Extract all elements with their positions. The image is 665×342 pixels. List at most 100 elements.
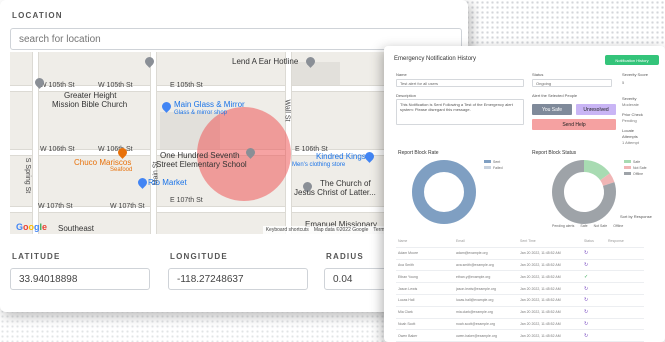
locate-label: Locate (622, 128, 635, 133)
donut-slice-0 (412, 160, 476, 224)
table-row[interactable]: Owen Baker owen.baker@example.org Jan 20 2… (396, 330, 644, 342)
table-row[interactable]: Noah Scott noah.scott@example.org Jan 20 2… (396, 319, 644, 331)
latitude-input[interactable]: 33.94018898 (10, 268, 150, 290)
place-greater-height[interactable]: Greater Height (64, 91, 116, 100)
legend-item: Failed (484, 166, 503, 170)
status-select[interactable]: Ongoing (532, 79, 612, 87)
map-view[interactable]: W 105th St W 105th St E 105th St W 106th… (10, 52, 390, 234)
row-email: noah.scott@example.org (456, 321, 495, 326)
street-label: W 107th St (38, 203, 73, 210)
street-label: W 107th St (110, 203, 145, 210)
row-name: Jason Lewis (398, 286, 418, 291)
filter-chip-offline[interactable]: Offline (613, 224, 623, 228)
table-row[interactable]: Lucas Hall lucas.hall@example.org Jan 20 2… (396, 295, 644, 307)
table-row[interactable]: Ethan Young ethan.y@example.org Jan 20 202… (396, 271, 644, 284)
row-sent-time: Jan 20 2022, 11:45:52 AM (520, 333, 561, 338)
radius-label: RADIUS (326, 252, 364, 261)
row-email: owen.baker@example.org (456, 333, 497, 338)
map-data-text: Map data ©2022 Google (313, 227, 369, 233)
keyboard-shortcuts-link[interactable]: Keyboard shortcuts (266, 227, 309, 233)
severity-score-value: 5 (622, 80, 625, 85)
prior-check-value: Pending (622, 118, 637, 123)
place-rio-market[interactable]: Rio Market (148, 178, 187, 187)
filter-chip-pending[interactable]: Pending alerts (552, 224, 574, 228)
place-jesus-christ[interactable]: Jesus Christ of Latter... (294, 188, 376, 197)
row-sent-time: Jan 20 2022, 11:45:52 AM (520, 321, 561, 326)
row-sent-time: Jan 20 2022, 11:45:52 AM (520, 274, 561, 279)
unresolved-button[interactable]: Unresolved (576, 104, 616, 115)
place-one-hundred[interactable]: One Hundred Seventh (160, 151, 240, 160)
legend-swatch (484, 166, 491, 169)
status-label: Status (532, 72, 544, 77)
name-label: Name (396, 72, 407, 77)
street-label: S Spring St (24, 157, 32, 194)
panel-title: Emergency Notification History (394, 56, 477, 62)
street-label: W 106th St (40, 146, 75, 153)
street-label: E 105th St (170, 82, 203, 89)
place-lend-a-ear[interactable]: Lend A Ear Hotline (232, 57, 298, 66)
place-main-glass[interactable]: Main Glass & Mirror (174, 100, 245, 109)
col-header-email: Email (456, 239, 465, 244)
longitude-input[interactable]: -118.27248637 (168, 268, 308, 290)
shop-pin-icon[interactable] (160, 100, 173, 113)
table-row[interactable]: Mia Clark mia.clark@example.org Jan 20 202… (396, 307, 644, 319)
legend-label: Offline (633, 172, 643, 176)
description-textarea[interactable]: This Notification is Sent Following a Te… (396, 99, 524, 125)
row-name: Adam Moore (398, 251, 419, 256)
legend-swatch (624, 172, 631, 175)
severity-side-label: Severity (622, 96, 637, 101)
legend-label: Not Safe (633, 166, 647, 170)
street-label: Wall St (283, 99, 291, 122)
table-row[interactable]: Adam Moore adam@example.org Jan 20 2022, 1… (396, 248, 644, 260)
send-help-button[interactable]: Send Help (532, 119, 616, 130)
street-label: W 105th St (98, 82, 133, 89)
row-status-icon: ↻ (584, 250, 589, 257)
row-sent-time: Jan 20 2022, 11:45:52 AM (520, 286, 561, 291)
place-chuco[interactable]: Chuco Mariscos (74, 158, 131, 167)
shop-pin-icon[interactable] (136, 176, 149, 189)
street-label: W 105th St (40, 82, 75, 89)
row-email: ethan.y@example.org (456, 274, 491, 279)
legend-item: Safe (624, 160, 640, 164)
row-email: adam@example.org (456, 251, 488, 256)
place-kindred[interactable]: Kindred Kings (316, 152, 366, 161)
you-safe-button[interactable]: You Safe (532, 104, 572, 115)
row-name: Noah Scott (398, 321, 416, 326)
map-footer: Keyboard shortcuts Map data ©2022 Google… (262, 226, 390, 234)
row-status-icon: ✓ (584, 273, 589, 280)
place-mission-bible[interactable]: Mission Bible Church (52, 100, 127, 109)
place-church-of[interactable]: The Church of (320, 179, 371, 188)
col-header-name: Name (398, 239, 408, 244)
row-sent-time: Jan 20 2022, 11:45:52 AM (520, 310, 561, 315)
col-header-response: Response (608, 239, 624, 244)
prior-check-label: Prior Check (622, 112, 643, 117)
row-sent-time: Jan 20 2022, 11:45:52 AM (520, 298, 561, 303)
row-name: Ava Smith (398, 262, 414, 267)
sort-by-response[interactable]: Sort by Response (620, 214, 652, 219)
filter-chips: Pending alerts Safe Not Safe Offline (552, 224, 623, 228)
filter-chip-not-safe[interactable]: Not Safe (594, 224, 608, 228)
place-elementary[interactable]: Street Elementary School (156, 160, 247, 169)
filter-chip-safe[interactable]: Safe (580, 224, 587, 228)
google-logo: Google (16, 222, 48, 232)
table-row[interactable]: Jason Lewis jason.lewis@example.org Jan 20… (396, 283, 644, 295)
place-sub: Glass & mirror shop (174, 110, 228, 116)
row-name: Ethan Young (398, 274, 418, 279)
row-email: mia.clark@example.org (456, 310, 493, 315)
notification-history-button[interactable]: Notification History (605, 55, 659, 65)
place-sub: Seafood (110, 167, 133, 173)
severity-score-label: Severity Score (622, 72, 649, 77)
place-sub: Men's clothing store (292, 162, 346, 168)
latitude-label: LATITUDE (12, 252, 61, 261)
row-sent-time: Jan 20 2022, 11:45:52 AM (520, 262, 561, 267)
donut-slice-1 (600, 173, 615, 187)
row-name: Mia Clark (398, 310, 413, 315)
action-label: Alert the Selected People (532, 93, 578, 98)
table-row[interactable]: Ava Smith ava.smith@example.org Jan 20 202… (396, 260, 644, 272)
row-name: Owen Baker (398, 333, 418, 338)
col-header-sent: Sent Time (520, 239, 536, 244)
name-input[interactable]: Test alert for all users (396, 79, 524, 87)
row-sent-time: Jan 20 2022, 11:45:52 AM (520, 251, 561, 256)
legend-swatch (624, 166, 631, 169)
legend-swatch (624, 160, 631, 163)
